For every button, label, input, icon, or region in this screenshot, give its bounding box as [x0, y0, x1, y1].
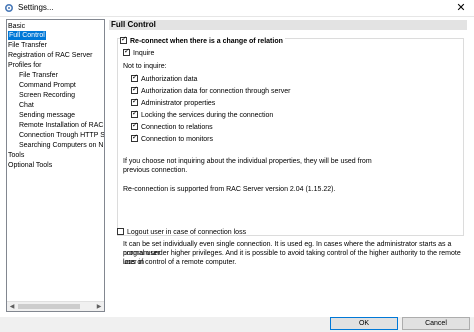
connection-relations-checkbox[interactable]	[131, 121, 138, 130]
inquire-checkbox[interactable]	[123, 47, 130, 56]
reconnect-checkbox[interactable]	[120, 35, 127, 44]
tree-item-chat[interactable]: Chat	[19, 101, 34, 110]
administrator-properties-checkbox[interactable]	[131, 97, 138, 106]
scrollbar-thumb[interactable]	[18, 304, 80, 309]
authorization-data-row[interactable]: Authorization data	[131, 73, 198, 84]
button-bar: OK Cancel	[0, 317, 474, 332]
tree-item-screen-recording[interactable]: Screen Recording	[19, 91, 75, 100]
authorization-server-label: Authorization data for connection throug…	[141, 88, 291, 95]
authorization-server-checkbox[interactable]	[131, 85, 138, 94]
tree-item-full-control[interactable]: Full Control	[8, 31, 46, 40]
tree-item-registration-rac-server[interactable]: Registration of RAC Server	[8, 51, 92, 60]
connection-relations-label: Connection to relations	[141, 124, 213, 131]
scroll-right-icon[interactable]: ▶	[94, 302, 104, 311]
tree-item-connection-http[interactable]: Connection Trough HTTP S	[19, 131, 104, 140]
inquire-label: Inquire	[133, 50, 155, 57]
authorization-server-row[interactable]: Authorization data for connection throug…	[131, 85, 291, 96]
locking-services-label: Locking the services during the connecti…	[141, 112, 274, 119]
connection-relations-row[interactable]: Connection to relations	[131, 121, 213, 132]
window-title: Settings...	[18, 3, 54, 12]
logout-description-line3: loss of control of a remote computer.	[123, 259, 237, 266]
dialog-body: Basic Full Control File Transfer Registr…	[0, 17, 474, 317]
not-inquire-label: Not to inquire:	[123, 63, 167, 70]
cancel-button[interactable]: Cancel	[402, 317, 470, 330]
logout-checkbox-row[interactable]: Logout user in case of connection loss	[117, 228, 246, 237]
close-icon[interactable]: ✕	[454, 1, 468, 15]
tree-item-profiles-for[interactable]: Profiles for	[8, 61, 41, 70]
settings-tree[interactable]: Basic Full Control File Transfer Registr…	[6, 19, 105, 312]
title-bar: Settings... ✕	[0, 0, 474, 17]
connection-monitors-row[interactable]: Connection to monitors	[131, 133, 213, 144]
inquire-checkbox-row[interactable]: Inquire	[123, 47, 155, 58]
authorization-data-checkbox[interactable]	[131, 73, 138, 82]
scroll-left-icon[interactable]: ◀	[7, 302, 17, 311]
section-title: Full Control	[111, 20, 156, 29]
locking-services-checkbox[interactable]	[131, 109, 138, 118]
reconnect-label: Re-connect when there is a change of rel…	[130, 38, 283, 45]
settings-app-icon	[4, 3, 14, 13]
inquire-note-line1: If you choose not inquiring about the in…	[123, 158, 372, 165]
reconnect-checkbox-row[interactable]: Re-connect when there is a change of rel…	[120, 35, 285, 46]
locking-services-row[interactable]: Locking the services during the connecti…	[131, 109, 274, 120]
tree-item-searching-computers[interactable]: Searching Computers on N	[19, 141, 103, 150]
authorization-data-label: Authorization data	[141, 76, 198, 83]
tree-item-remote-installation[interactable]: Remote Installation of RAC	[19, 121, 103, 130]
section-header: Full Control	[109, 20, 467, 30]
tree-item-file-transfer[interactable]: File Transfer	[8, 41, 47, 50]
tree-item-profile-file-transfer[interactable]: File Transfer	[19, 71, 58, 80]
administrator-properties-label: Administrator properties	[141, 100, 216, 107]
ok-button[interactable]: OK	[330, 317, 398, 330]
support-note: Re-connection is supported from RAC Serv…	[123, 186, 336, 193]
administrator-properties-row[interactable]: Administrator properties	[131, 97, 216, 108]
tree-item-optional-tools[interactable]: Optional Tools	[8, 161, 52, 170]
tree-item-basic[interactable]: Basic	[8, 22, 25, 31]
inquire-note-line2: previous connection.	[123, 167, 188, 174]
tree-horizontal-scrollbar[interactable]: ◀ ▶	[7, 301, 104, 311]
connection-monitors-label: Connection to monitors	[141, 136, 213, 143]
tree-item-tools[interactable]: Tools	[8, 151, 24, 160]
logout-checkbox[interactable]	[117, 228, 124, 235]
connection-monitors-checkbox[interactable]	[131, 133, 138, 142]
tree-item-sending-message[interactable]: Sending message	[19, 111, 75, 120]
tree-item-command-prompt[interactable]: Command Prompt	[19, 81, 76, 90]
logout-label: Logout user in case of connection loss	[127, 229, 247, 236]
